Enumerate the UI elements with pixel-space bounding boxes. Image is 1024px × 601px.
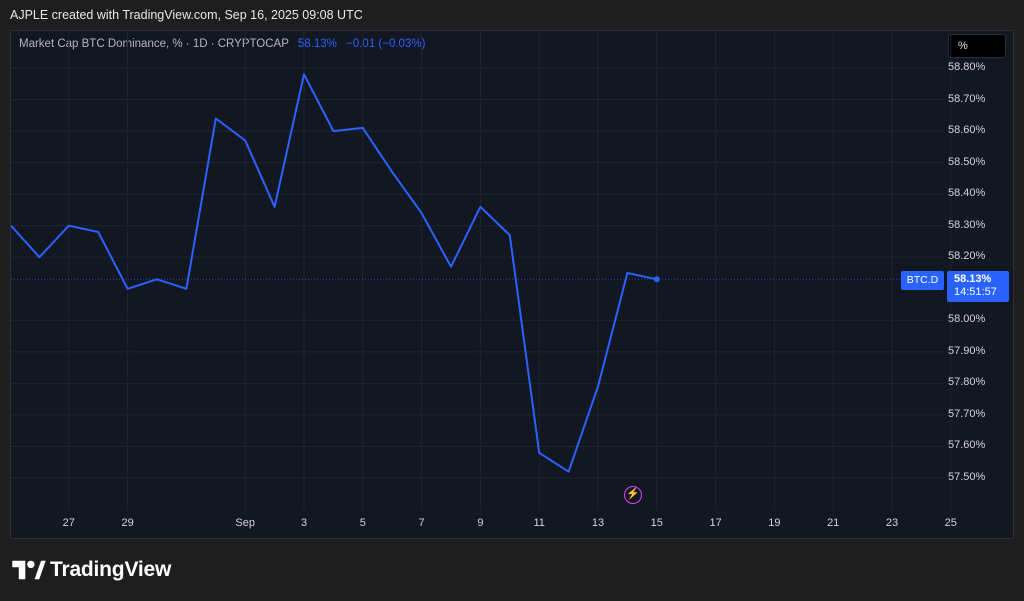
- date-tick-label: 15: [650, 517, 663, 529]
- date-tick-label: 13: [591, 517, 605, 529]
- date-tick-label: 17: [709, 517, 722, 529]
- chart-pane[interactable]: Market Cap BTC Dominance, % · 1D · CRYPT…: [10, 30, 1014, 539]
- price-tick-label: 58.60%: [948, 124, 986, 137]
- date-tick-label: 23: [885, 517, 899, 529]
- last-price-value: 58.13%: [954, 273, 992, 285]
- price-tick-label: 57.50%: [948, 471, 986, 483]
- price-tick-label: 58.20%: [948, 250, 986, 263]
- date-tick-label: 11: [533, 517, 545, 529]
- price-tick-label: 58.80%: [948, 61, 986, 73]
- flash-icon[interactable]: ⚡: [624, 486, 642, 504]
- series-last-value: 58.13%: [297, 38, 337, 50]
- price-tick-label: 57.80%: [948, 376, 986, 389]
- price-tick-label: 57.60%: [948, 439, 986, 452]
- series-change: −0.01 (−0.03%): [346, 38, 426, 50]
- date-tick-label: 21: [827, 517, 840, 529]
- date-tick-label: 27: [62, 517, 75, 529]
- date-tick-label: 5: [359, 517, 366, 529]
- tradingview-logo[interactable]: TradingView: [12, 557, 171, 583]
- price-tick-label: 58.70%: [948, 92, 986, 105]
- percent-scale-button[interactable]: %: [948, 34, 1006, 58]
- price-tick-label: 57.70%: [948, 407, 986, 420]
- date-tick-label: Sep: [235, 517, 255, 529]
- series-name: Market Cap BTC Dominance, % · 1D · CRYPT…: [19, 38, 289, 50]
- price-tick-label: 58.00%: [948, 313, 986, 326]
- date-tick-label: 3: [300, 517, 308, 529]
- brand-name: TradingView: [50, 558, 172, 581]
- bar-countdown: 14:51:57: [954, 286, 997, 298]
- price-tick-label: 58.40%: [948, 187, 986, 200]
- chart-caption: AJPLE created with TradingView.com, Sep …: [10, 8, 363, 22]
- price-tick-label: 58.30%: [948, 218, 986, 231]
- price-tick-label: 57.90%: [948, 344, 986, 357]
- price-tick-label: 58.50%: [948, 155, 986, 168]
- date-tick-label: 29: [121, 517, 134, 529]
- tradingview-logo-icon: [12, 560, 46, 580]
- series-legend: Market Cap BTC Dominance, % · 1D · CRYPT…: [19, 38, 425, 50]
- date-tick-label: 19: [768, 517, 781, 529]
- symbol-tag: BTC.D: [901, 271, 944, 290]
- date-tick-label: 25: [944, 517, 957, 529]
- last-price-tag: 58.13% 14:51:57: [947, 271, 1009, 302]
- date-tick-label: 7: [418, 517, 425, 529]
- date-tick-label: 9: [477, 517, 484, 529]
